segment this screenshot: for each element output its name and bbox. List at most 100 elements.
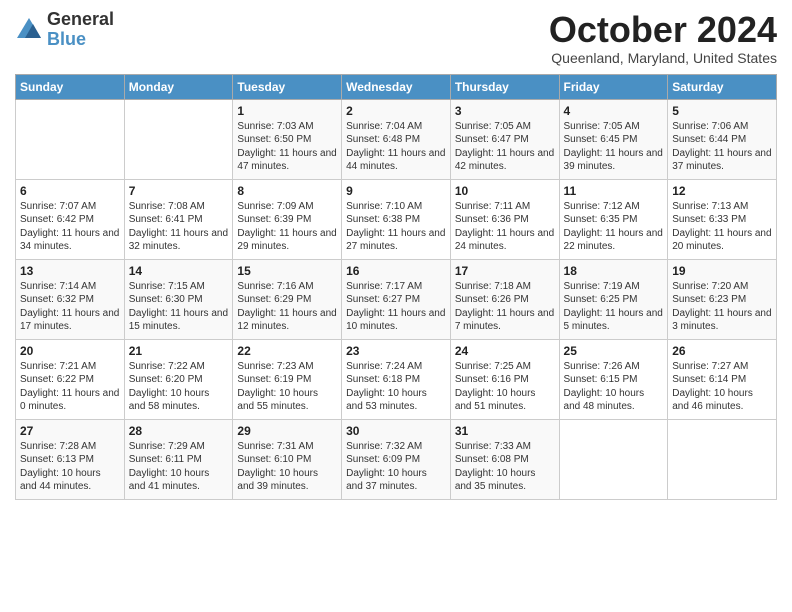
day-cell: 15 Sunrise: 7:16 AMSunset: 6:29 PMDayligh… [233, 259, 342, 339]
day-cell: 9 Sunrise: 7:10 AMSunset: 6:38 PMDaylight… [342, 179, 451, 259]
day-cell: 24 Sunrise: 7:25 AMSunset: 6:16 PMDayligh… [450, 339, 559, 419]
day-number: 31 [455, 424, 555, 438]
day-info: Sunrise: 7:19 AMSunset: 6:25 PMDaylight:… [564, 280, 664, 334]
header-cell-thursday: Thursday [450, 74, 559, 99]
day-number: 21 [129, 344, 229, 358]
day-cell: 30 Sunrise: 7:32 AMSunset: 6:09 PMDayligh… [342, 419, 451, 499]
week-row-3: 13 Sunrise: 7:14 AMSunset: 6:32 PMDayligh… [16, 259, 777, 339]
day-number: 17 [455, 264, 555, 278]
day-cell: 10Sunrise: 7:11 AMSunset: 6:36 PMDayligh… [450, 179, 559, 259]
day-cell: 28Sunrise: 7:29 AMSunset: 6:11 PMDayligh… [124, 419, 233, 499]
header-row: SundayMondayTuesdayWednesdayThursdayFrid… [16, 74, 777, 99]
day-info: Sunrise: 7:15 AMSunset: 6:30 PMDaylight:… [129, 280, 229, 334]
day-info: Sunrise: 7:32 AMSunset: 6:09 PMDaylight:… [346, 440, 446, 494]
day-number: 30 [346, 424, 446, 438]
day-number: 11 [564, 184, 664, 198]
day-info: Sunrise: 7:23 AMSunset: 6:19 PMDaylight:… [237, 360, 337, 414]
day-cell: 22 Sunrise: 7:23 AMSunset: 6:19 PMDayligh… [233, 339, 342, 419]
day-info: Sunrise: 7:21 AMSunset: 6:22 PMDaylight:… [20, 360, 120, 414]
location: Queenland, Maryland, United States [549, 50, 777, 66]
day-info: Sunrise: 7:28 AMSunset: 6:13 PMDaylight:… [20, 440, 120, 494]
day-number: 13 [20, 264, 120, 278]
day-number: 1 [237, 104, 337, 118]
header-cell-sunday: Sunday [16, 74, 125, 99]
day-info: Sunrise: 7:05 AMSunset: 6:45 PMDaylight:… [564, 120, 664, 174]
day-info: Sunrise: 7:14 AMSunset: 6:32 PMDaylight:… [20, 280, 120, 334]
day-number: 6 [20, 184, 120, 198]
logo-blue: Blue [47, 30, 114, 50]
day-number: 22 [237, 344, 337, 358]
day-info: Sunrise: 7:29 AMSunset: 6:11 PMDaylight:… [129, 440, 229, 494]
day-cell: 27 Sunrise: 7:28 AMSunset: 6:13 PMDayligh… [16, 419, 125, 499]
day-cell [124, 99, 233, 179]
day-cell: 5Sunrise: 7:06 AMSunset: 6:44 PMDaylight… [668, 99, 777, 179]
logo-text: General Blue [47, 10, 114, 50]
day-cell: 12 Sunrise: 7:13 AMSunset: 6:33 PMDayligh… [668, 179, 777, 259]
day-info: Sunrise: 7:27 AMSunset: 6:14 PMDaylight:… [672, 360, 772, 414]
day-number: 16 [346, 264, 446, 278]
day-cell: 1 Sunrise: 7:03 AMSunset: 6:50 PMDaylight… [233, 99, 342, 179]
day-info: Sunrise: 7:09 AMSunset: 6:39 PMDaylight:… [237, 200, 337, 254]
day-number: 27 [20, 424, 120, 438]
day-cell: 31Sunrise: 7:33 AMSunset: 6:08 PMDayligh… [450, 419, 559, 499]
month-title: October 2024 [549, 10, 777, 50]
day-cell: 19Sunrise: 7:20 AMSunset: 6:23 PMDayligh… [668, 259, 777, 339]
day-info: Sunrise: 7:12 AMSunset: 6:35 PMDaylight:… [564, 200, 664, 254]
day-cell: 3Sunrise: 7:05 AMSunset: 6:47 PMDaylight… [450, 99, 559, 179]
header-cell-saturday: Saturday [668, 74, 777, 99]
day-cell: 16Sunrise: 7:17 AMSunset: 6:27 PMDayligh… [342, 259, 451, 339]
day-cell: 8 Sunrise: 7:09 AMSunset: 6:39 PMDaylight… [233, 179, 342, 259]
day-cell [668, 419, 777, 499]
day-info: Sunrise: 7:26 AMSunset: 6:15 PMDaylight:… [564, 360, 664, 414]
day-info: Sunrise: 7:08 AMSunset: 6:41 PMDaylight:… [129, 200, 229, 254]
week-row-2: 6 Sunrise: 7:07 AMSunset: 6:42 PMDaylight… [16, 179, 777, 259]
day-info: Sunrise: 7:11 AMSunset: 6:36 PMDaylight:… [455, 200, 555, 254]
day-info: Sunrise: 7:10 AMSunset: 6:38 PMDaylight:… [346, 200, 446, 254]
day-info: Sunrise: 7:18 AMSunset: 6:26 PMDaylight:… [455, 280, 555, 334]
day-number: 8 [237, 184, 337, 198]
day-info: Sunrise: 7:16 AMSunset: 6:29 PMDaylight:… [237, 280, 337, 334]
header-cell-monday: Monday [124, 74, 233, 99]
day-cell: 2Sunrise: 7:04 AMSunset: 6:48 PMDaylight… [342, 99, 451, 179]
day-info: Sunrise: 7:07 AMSunset: 6:42 PMDaylight:… [20, 200, 120, 254]
day-info: Sunrise: 7:31 AMSunset: 6:10 PMDaylight:… [237, 440, 337, 494]
day-info: Sunrise: 7:25 AMSunset: 6:16 PMDaylight:… [455, 360, 555, 414]
logo: General Blue [15, 10, 114, 50]
day-number: 4 [564, 104, 664, 118]
logo-general: General [47, 10, 114, 30]
day-number: 24 [455, 344, 555, 358]
day-number: 25 [564, 344, 664, 358]
day-number: 9 [346, 184, 446, 198]
day-cell: 25 Sunrise: 7:26 AMSunset: 6:15 PMDayligh… [559, 339, 668, 419]
day-number: 26 [672, 344, 772, 358]
day-cell [16, 99, 125, 179]
day-number: 12 [672, 184, 772, 198]
day-number: 14 [129, 264, 229, 278]
day-number: 23 [346, 344, 446, 358]
week-row-1: 1 Sunrise: 7:03 AMSunset: 6:50 PMDaylight… [16, 99, 777, 179]
day-info: Sunrise: 7:20 AMSunset: 6:23 PMDaylight:… [672, 280, 772, 334]
day-number: 29 [237, 424, 337, 438]
day-cell: 23Sunrise: 7:24 AMSunset: 6:18 PMDayligh… [342, 339, 451, 419]
title-area: October 2024 Queenland, Maryland, United… [549, 10, 777, 66]
day-cell: 26 Sunrise: 7:27 AMSunset: 6:14 PMDayligh… [668, 339, 777, 419]
header-cell-wednesday: Wednesday [342, 74, 451, 99]
day-cell: 17 Sunrise: 7:18 AMSunset: 6:26 PMDayligh… [450, 259, 559, 339]
day-cell: 11 Sunrise: 7:12 AMSunset: 6:35 PMDayligh… [559, 179, 668, 259]
day-cell: 14 Sunrise: 7:15 AMSunset: 6:30 PMDayligh… [124, 259, 233, 339]
day-number: 15 [237, 264, 337, 278]
day-cell: 6 Sunrise: 7:07 AMSunset: 6:42 PMDaylight… [16, 179, 125, 259]
day-info: Sunrise: 7:13 AMSunset: 6:33 PMDaylight:… [672, 200, 772, 254]
day-info: Sunrise: 7:03 AMSunset: 6:50 PMDaylight:… [237, 120, 337, 174]
day-number: 18 [564, 264, 664, 278]
day-info: Sunrise: 7:04 AMSunset: 6:48 PMDaylight:… [346, 120, 446, 174]
calendar-header: SundayMondayTuesdayWednesdayThursdayFrid… [16, 74, 777, 99]
calendar-body: 1 Sunrise: 7:03 AMSunset: 6:50 PMDaylight… [16, 99, 777, 499]
day-cell: 20Sunrise: 7:21 AMSunset: 6:22 PMDayligh… [16, 339, 125, 419]
day-info: Sunrise: 7:06 AMSunset: 6:44 PMDaylight:… [672, 120, 772, 174]
day-cell: 7 Sunrise: 7:08 AMSunset: 6:41 PMDaylight… [124, 179, 233, 259]
day-cell: 13 Sunrise: 7:14 AMSunset: 6:32 PMDayligh… [16, 259, 125, 339]
day-cell: 21Sunrise: 7:22 AMSunset: 6:20 PMDayligh… [124, 339, 233, 419]
day-cell: 29 Sunrise: 7:31 AMSunset: 6:10 PMDayligh… [233, 419, 342, 499]
day-number: 7 [129, 184, 229, 198]
